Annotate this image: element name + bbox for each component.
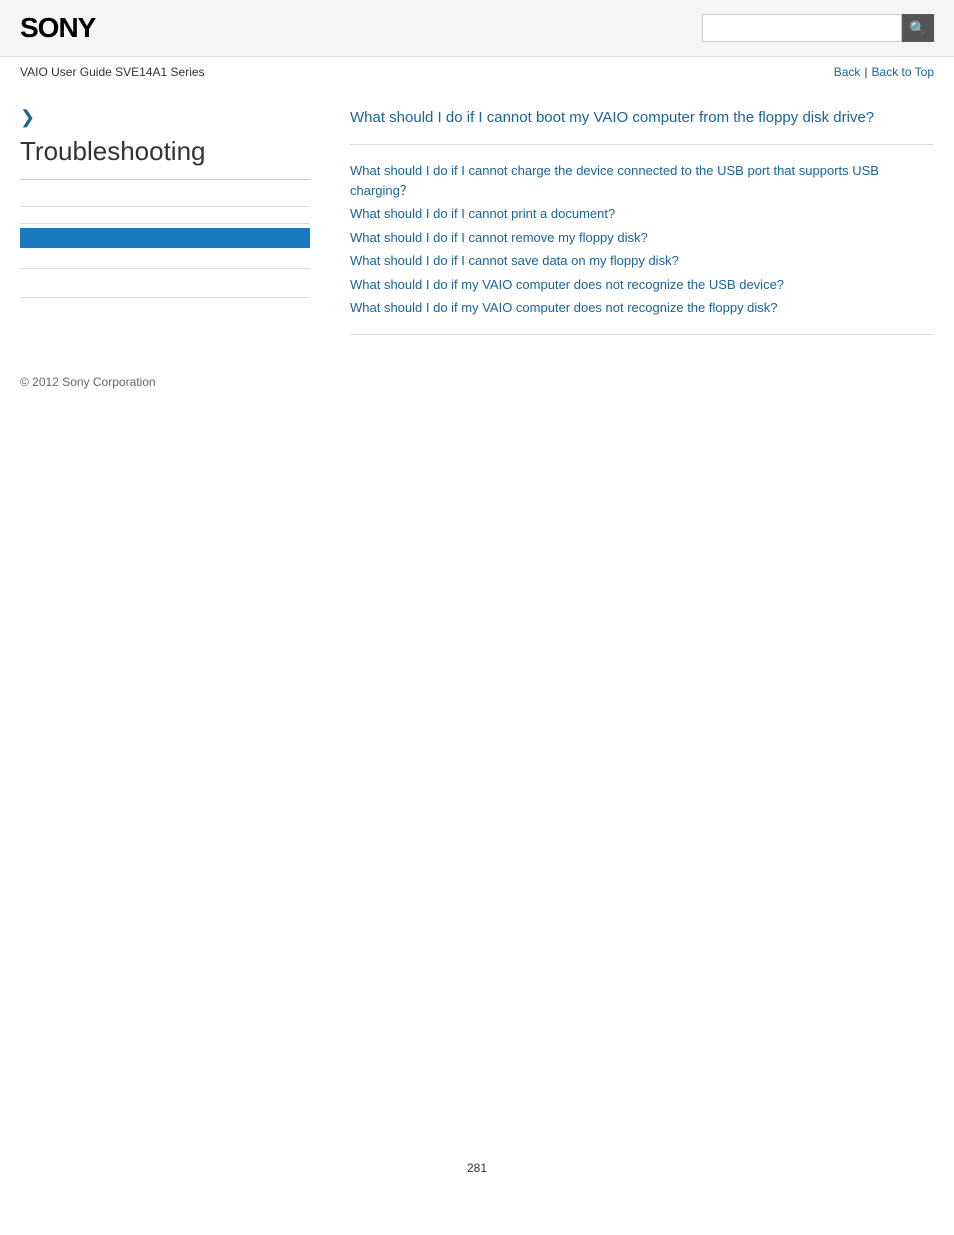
content-divider-1 xyxy=(350,144,934,145)
header: SONY 🔍 xyxy=(0,0,954,57)
sub-links-container: What should I do if I cannot charge the … xyxy=(350,161,934,318)
search-input[interactable] xyxy=(702,14,902,42)
sony-logo: SONY xyxy=(20,12,95,44)
sidebar-blank xyxy=(20,269,310,281)
sidebar-item-2[interactable] xyxy=(20,207,310,224)
search-icon: 🔍 xyxy=(909,20,926,37)
chevron-right-icon: ❯ xyxy=(20,107,310,128)
back-link[interactable]: Back xyxy=(834,65,861,79)
breadcrumb-nav: Back | Back to Top xyxy=(834,65,934,79)
guide-title: VAIO User Guide SVE14A1 Series xyxy=(20,65,205,79)
content-divider-2 xyxy=(350,334,934,335)
copyright-text: © 2012 Sony Corporation xyxy=(20,375,156,389)
sub-link-1[interactable]: What should I do if I cannot charge the … xyxy=(350,161,934,200)
search-container: 🔍 xyxy=(702,14,934,42)
sub-link-6[interactable]: What should I do if my VAIO computer doe… xyxy=(350,298,934,318)
sub-link-2[interactable]: What should I do if I cannot print a doc… xyxy=(350,204,934,224)
sidebar-item-4[interactable] xyxy=(20,252,310,269)
main-content: ❯ Troubleshooting What should I do if I … xyxy=(0,87,954,355)
sidebar-item-active[interactable] xyxy=(20,228,310,248)
nav-separator: | xyxy=(864,65,867,79)
back-to-top-link[interactable]: Back to Top xyxy=(872,65,934,79)
search-button[interactable]: 🔍 xyxy=(902,14,934,42)
sub-link-4[interactable]: What should I do if I cannot save data o… xyxy=(350,251,934,271)
breadcrumb-bar: VAIO User Guide SVE14A1 Series Back | Ba… xyxy=(0,57,954,87)
sub-link-5[interactable]: What should I do if my VAIO computer doe… xyxy=(350,275,934,295)
sidebar-divider-1 xyxy=(20,179,310,180)
footer: © 2012 Sony Corporation xyxy=(0,355,954,409)
sidebar-item-1[interactable] xyxy=(20,190,310,207)
sub-link-3[interactable]: What should I do if I cannot remove my f… xyxy=(350,228,934,248)
main-content-link[interactable]: What should I do if I cannot boot my VAI… xyxy=(350,107,934,128)
sidebar-title: Troubleshooting xyxy=(20,136,310,167)
page-number: 281 xyxy=(0,1141,954,1195)
content-area: What should I do if I cannot boot my VAI… xyxy=(330,107,934,335)
sidebar-item-5[interactable] xyxy=(20,281,310,298)
sidebar: ❯ Troubleshooting xyxy=(20,107,330,335)
